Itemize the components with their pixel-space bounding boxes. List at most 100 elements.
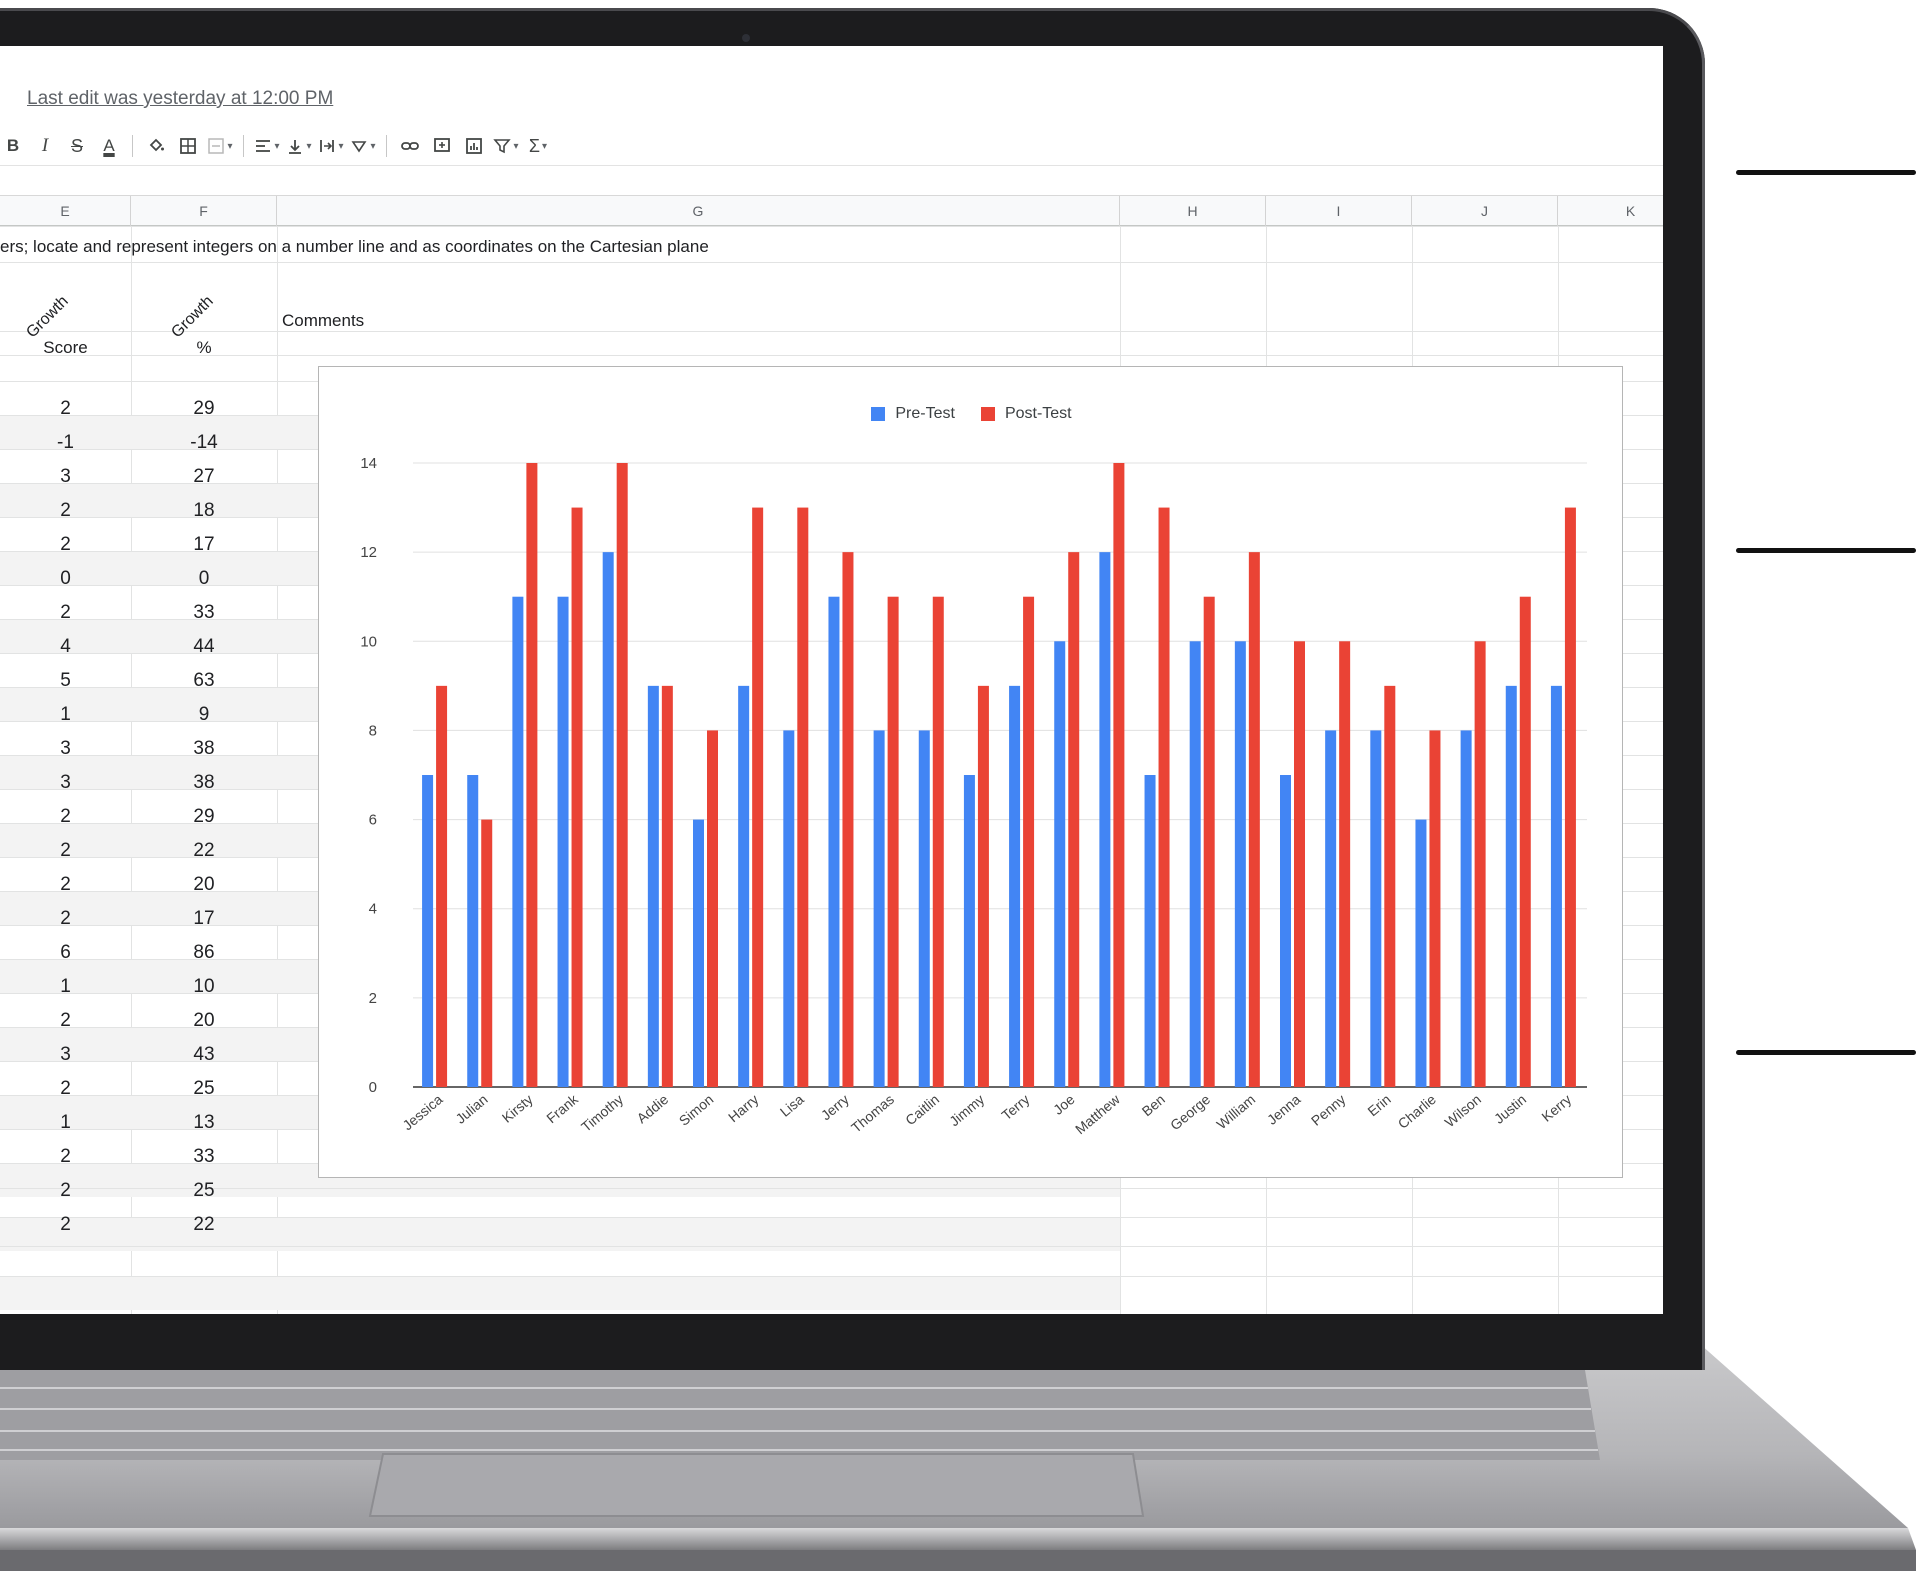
growth-percent-cell[interactable]: 33 [131, 1140, 277, 1174]
growth-percent-cell[interactable]: 43 [131, 1038, 277, 1072]
growth-percent-cell[interactable]: 22 [131, 834, 277, 868]
functions-button[interactable]: Σ ▾ [525, 130, 551, 162]
formula-bar[interactable] [0, 166, 1663, 196]
text-wrap-icon [320, 140, 335, 152]
text-rotation-button[interactable]: ▾ [350, 130, 376, 162]
bold-button[interactable]: B [0, 130, 26, 162]
bar-post-test [887, 596, 899, 1087]
x-tick-label: Terry [998, 1091, 1032, 1123]
column-header-e[interactable]: E [0, 196, 131, 226]
column-header-g[interactable]: G [277, 196, 1120, 226]
growth-percent-cell[interactable]: 25 [131, 1072, 277, 1106]
growth-score-cell[interactable]: 2 [0, 1208, 131, 1242]
growth-score-cell[interactable]: 2 [0, 800, 131, 834]
growth-score-cell[interactable]: 1 [0, 970, 131, 1004]
growth-percent-cell[interactable]: 20 [131, 868, 277, 902]
growth-percent-cell[interactable]: 13 [131, 1106, 277, 1140]
growth-percent-cell[interactable]: 44 [131, 630, 277, 664]
growth-score-cell[interactable]: 2 [0, 494, 131, 528]
x-tick-label: Charlie [1395, 1091, 1439, 1132]
growth-score-cell[interactable]: 4 [0, 630, 131, 664]
y-tick-label: 6 [369, 812, 377, 829]
growth-score-cell[interactable]: 3 [0, 1038, 131, 1072]
growth-score-cell[interactable]: 2 [0, 1072, 131, 1106]
growth-score-cell[interactable]: 3 [0, 460, 131, 494]
growth-percent-cell[interactable]: 38 [131, 732, 277, 766]
growth-score-cell[interactable]: 1 [0, 698, 131, 732]
filter-button[interactable]: ▾ [493, 130, 519, 162]
growth-score-cell[interactable]: 2 [0, 834, 131, 868]
growth-percent-cell[interactable]: 29 [131, 800, 277, 834]
text-wrapping-button[interactable]: ▾ [318, 130, 344, 162]
insert-link-button[interactable] [397, 130, 423, 162]
horizontal-align-button[interactable]: ▾ [254, 130, 280, 162]
growth-percent-cell[interactable]: 38 [131, 766, 277, 800]
growth-percent-cell[interactable]: 27 [131, 460, 277, 494]
growth-percent-cell[interactable]: 33 [131, 596, 277, 630]
growth-score-cell[interactable]: 2 [0, 392, 131, 426]
growth-score-cell[interactable]: 2 [0, 1004, 131, 1038]
growth-score-cell[interactable]: 2 [0, 1140, 131, 1174]
grid-line [0, 226, 1663, 227]
x-tick-label: Joe [1050, 1091, 1078, 1118]
bar-pre-test [1099, 552, 1111, 1087]
legend-swatch [980, 407, 995, 421]
growth-percent-cell[interactable]: 63 [131, 664, 277, 698]
italic-button[interactable]: I [32, 130, 58, 162]
growth-percent-cell[interactable]: 22 [131, 1208, 277, 1242]
growth-percent-cell[interactable]: 18 [131, 494, 277, 528]
fill-color-button[interactable] [143, 130, 169, 162]
bar-pre-test [557, 596, 569, 1087]
growth-percent-cell[interactable]: 10 [131, 970, 277, 1004]
score-subheader[interactable]: Score [0, 338, 131, 358]
vertical-align-button[interactable]: ▾ [286, 130, 312, 162]
growth-score-cell[interactable]: 0 [0, 562, 131, 596]
column-header-k[interactable]: K [1558, 196, 1663, 226]
column-header-f[interactable]: F [131, 196, 277, 226]
growth-score-cell[interactable]: 2 [0, 1174, 131, 1208]
pre-post-test-chart[interactable]: 0 2 4 6 8 10 12 14 Jessica Julian Kirsty Frank Timot… [318, 366, 1623, 1178]
text-color-button[interactable]: A [96, 130, 122, 162]
bar-post-test [1023, 596, 1035, 1087]
percent-subheader[interactable]: % [131, 338, 277, 358]
bar-post-test [1248, 552, 1260, 1087]
legend-item-pre-test: Pre-Test [871, 405, 955, 423]
growth-percent-cell[interactable]: 9 [131, 698, 277, 732]
growth-score-cell[interactable]: 6 [0, 936, 131, 970]
x-tick-label: Caitlin [902, 1091, 942, 1128]
standard-description-cell[interactable]: ers; locate and represent integers on a … [0, 237, 709, 257]
last-edit-link[interactable]: Last edit was yesterday at 12:00 PM [27, 88, 333, 110]
comments-header[interactable]: Comments [282, 311, 364, 331]
growth-percent-cell[interactable]: 25 [131, 1174, 277, 1208]
column-header-h[interactable]: H [1120, 196, 1266, 226]
growth-score-cell[interactable]: 5 [0, 664, 131, 698]
merge-cells-button[interactable]: ▾ [207, 130, 233, 162]
borders-button[interactable] [175, 130, 201, 162]
growth-score-cell[interactable]: 2 [0, 868, 131, 902]
insert-comment-button[interactable] [429, 130, 455, 162]
sketch-line [1736, 548, 1916, 553]
x-tick-label: Harry [725, 1091, 762, 1125]
column-header-j[interactable]: J [1412, 196, 1558, 226]
growth-percent-cell[interactable]: 0 [131, 562, 277, 596]
bar-pre-test [1189, 641, 1201, 1087]
insert-chart-button[interactable] [461, 130, 487, 162]
growth-score-cell[interactable]: 3 [0, 732, 131, 766]
strikethrough-button[interactable]: S [64, 130, 90, 162]
growth-score-cell[interactable]: 2 [0, 596, 131, 630]
bar-post-test [1564, 507, 1576, 1087]
growth-percent-cell[interactable]: 29 [131, 392, 277, 426]
growth-percent-cell[interactable]: 17 [131, 902, 277, 936]
x-tick-label: Kerry [1538, 1091, 1574, 1125]
growth-score-cell[interactable]: 1 [0, 1106, 131, 1140]
growth-percent-cell[interactable]: -14 [131, 426, 277, 460]
growth-percent-cell[interactable]: 86 [131, 936, 277, 970]
growth-score-cell[interactable]: 2 [0, 528, 131, 562]
growth-score-cell[interactable]: 2 [0, 902, 131, 936]
grid-line [0, 331, 1663, 332]
growth-score-cell[interactable]: 3 [0, 766, 131, 800]
growth-percent-cell[interactable]: 17 [131, 528, 277, 562]
column-header-i[interactable]: I [1266, 196, 1412, 226]
growth-percent-cell[interactable]: 20 [131, 1004, 277, 1038]
growth-score-cell[interactable]: -1 [0, 426, 131, 460]
